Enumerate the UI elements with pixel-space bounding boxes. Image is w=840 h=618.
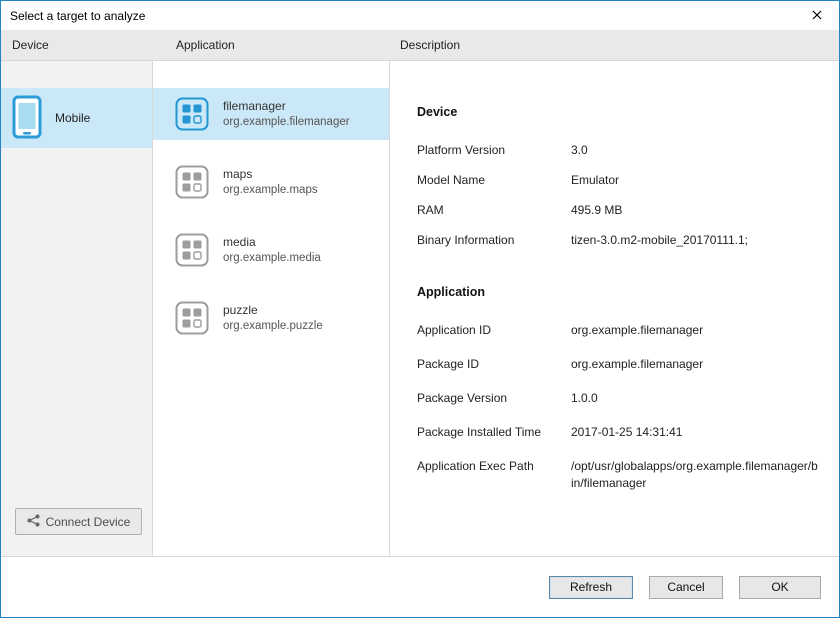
device-section-title: Device <box>417 105 819 119</box>
application-section-title: Application <box>417 285 819 299</box>
content-area: Mobile Connect Device <box>1 61 839 556</box>
ok-button[interactable]: OK <box>739 576 821 599</box>
connect-device-button[interactable]: Connect Device <box>15 508 142 535</box>
description-panel: Device Platform Version 3.0 Model Name E… <box>390 61 839 556</box>
info-row: Package ID org.example.filemanager <box>417 356 819 373</box>
app-item-text: media org.example.media <box>223 234 321 266</box>
app-item-package: org.example.filemanager <box>223 114 350 130</box>
info-row: Binary Information tizen-3.0.m2-mobile_2… <box>417 232 819 249</box>
app-item-package: org.example.media <box>223 250 321 266</box>
info-label: Model Name <box>417 172 571 189</box>
info-label: Package Installed Time <box>417 424 571 441</box>
app-item-name: maps <box>223 166 318 182</box>
application-info-rows: Application ID org.example.filemanager P… <box>417 322 819 492</box>
info-value: Emulator <box>571 172 819 189</box>
cancel-button[interactable]: Cancel <box>649 576 723 599</box>
device-panel: Mobile Connect Device <box>1 61 153 556</box>
app-item-text: filemanager org.example.filemanager <box>223 98 350 130</box>
info-label: Platform Version <box>417 142 571 159</box>
app-item-name: filemanager <box>223 98 350 114</box>
info-value: org.example.filemanager <box>571 356 819 373</box>
info-value: tizen-3.0.m2-mobile_20170111.1; <box>571 232 819 249</box>
app-grid-icon <box>175 233 209 267</box>
dialog-title: Select a target to analyze <box>1 9 145 23</box>
footer-button-bar: Refresh Cancel OK <box>1 556 839 617</box>
close-button[interactable] <box>794 1 839 30</box>
info-row: Application ID org.example.filemanager <box>417 322 819 339</box>
info-label: Package Version <box>417 390 571 407</box>
info-row: Application Exec Path /opt/usr/globalapp… <box>417 458 819 492</box>
dialog-window: Select a target to analyze Device Applic… <box>0 0 840 618</box>
app-item-name: media <box>223 234 321 250</box>
application-list: filemanager org.example.filemanager <box>153 61 390 556</box>
info-value: 3.0 <box>571 142 819 159</box>
application-list-item[interactable]: filemanager org.example.filemanager <box>153 88 389 140</box>
device-item-mobile[interactable]: Mobile <box>1 88 152 148</box>
app-item-text: puzzle org.example.puzzle <box>223 302 323 334</box>
app-item-text: maps org.example.maps <box>223 166 318 198</box>
close-icon <box>812 8 822 23</box>
refresh-button[interactable]: Refresh <box>549 576 633 599</box>
app-item-package: org.example.maps <box>223 182 318 198</box>
app-grid-icon <box>175 301 209 335</box>
column-header-description: Description <box>390 38 839 52</box>
titlebar: Select a target to analyze <box>1 1 839 30</box>
info-value: 495.9 MB <box>571 202 819 219</box>
application-list-item[interactable]: maps org.example.maps <box>153 156 389 208</box>
application-info-section: Application Application ID org.example.f… <box>417 285 819 492</box>
app-grid-icon <box>175 165 209 199</box>
info-row: RAM 495.9 MB <box>417 202 819 219</box>
app-item-name: puzzle <box>223 302 323 318</box>
info-label: RAM <box>417 202 571 219</box>
info-row: Package Installed Time 2017-01-25 14:31:… <box>417 424 819 441</box>
device-info-rows: Platform Version 3.0 Model Name Emulator… <box>417 142 819 249</box>
device-info-section: Device Platform Version 3.0 Model Name E… <box>417 105 819 249</box>
application-list-item[interactable]: media org.example.media <box>153 224 389 276</box>
info-label: Application Exec Path <box>417 458 571 492</box>
column-header-application: Application <box>153 38 390 52</box>
info-label: Package ID <box>417 356 571 373</box>
info-value: /opt/usr/globalapps/org.example.filemana… <box>571 458 819 492</box>
info-label: Binary Information <box>417 232 571 249</box>
info-value: 2017-01-25 14:31:41 <box>571 424 819 441</box>
app-grid-icon <box>175 97 209 131</box>
column-headers: Device Application Description <box>1 30 839 61</box>
app-item-package: org.example.puzzle <box>223 318 323 334</box>
connect-device-label: Connect Device <box>46 515 131 529</box>
connect-icon <box>27 514 40 530</box>
mobile-phone-icon <box>12 95 42 142</box>
info-value: org.example.filemanager <box>571 322 819 339</box>
info-row: Package Version 1.0.0 <box>417 390 819 407</box>
info-row: Platform Version 3.0 <box>417 142 819 159</box>
device-item-label: Mobile <box>55 111 90 125</box>
info-value: 1.0.0 <box>571 390 819 407</box>
column-header-device: Device <box>1 38 153 52</box>
info-row: Model Name Emulator <box>417 172 819 189</box>
info-label: Application ID <box>417 322 571 339</box>
application-list-item[interactable]: puzzle org.example.puzzle <box>153 292 389 344</box>
